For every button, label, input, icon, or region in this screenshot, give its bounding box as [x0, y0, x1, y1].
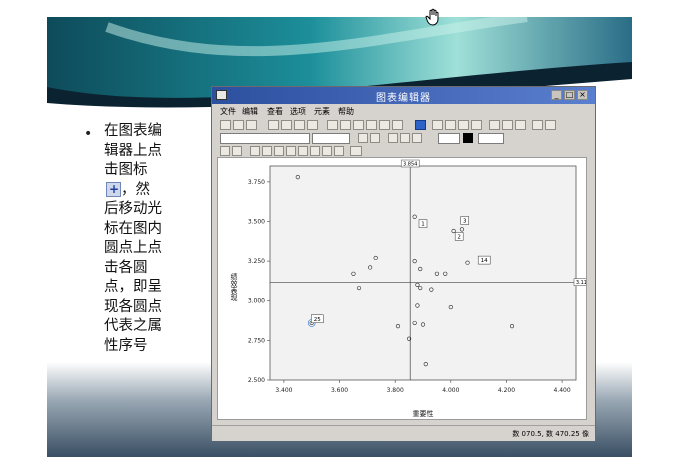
menu-view[interactable]: 查看	[267, 106, 283, 117]
tool-button[interactable]	[545, 120, 556, 130]
edit-points-icon	[106, 180, 121, 200]
tool-button[interactable]	[340, 120, 351, 130]
chart-area[interactable]: 3.400 3.600 3.800 4.000 4.200 4.400 3.750 3.500…	[217, 157, 593, 420]
tool-button[interactable]	[334, 146, 344, 156]
border-combo[interactable]	[438, 133, 460, 144]
bullet-marker: •	[84, 126, 93, 142]
tool-button[interactable]	[274, 146, 284, 156]
tool-button[interactable]	[366, 120, 377, 130]
tool-button[interactable]	[379, 120, 390, 130]
tool-button[interactable]	[532, 120, 543, 130]
tool-button[interactable]	[353, 120, 364, 130]
tool-button[interactable]	[432, 120, 443, 130]
tool-button[interactable]	[307, 120, 318, 130]
tool-button[interactable]	[350, 146, 362, 156]
x-tick-label: 3.400	[275, 387, 292, 394]
menu-bar: 文件 编辑 查看 选项 元素 帮助	[212, 105, 595, 118]
tool-button[interactable]	[286, 146, 296, 156]
x-tick-label: 4.400	[553, 387, 570, 394]
bullet-text-part2: ，然后移动光标在图内圆点上点击各圆点，即呈现各圆点代表之属性序号	[104, 181, 162, 354]
undo-button[interactable]	[220, 146, 230, 156]
align-left-button[interactable]	[388, 133, 398, 143]
align-center-button[interactable]	[400, 133, 410, 143]
color-swatch[interactable]	[463, 133, 473, 143]
point-id-label: 3	[463, 218, 467, 224]
tool-button[interactable]	[233, 120, 244, 130]
tool-button[interactable]	[471, 120, 482, 130]
font-combo[interactable]	[220, 133, 310, 144]
tool-button[interactable]	[515, 120, 526, 130]
menu-elements[interactable]: 元素	[314, 106, 330, 117]
close-button[interactable]: ×	[577, 90, 588, 100]
point-id-label: 1	[421, 222, 425, 228]
x-tick-label: 3.800	[387, 387, 404, 394]
tool-button[interactable]	[322, 146, 332, 156]
chart-editor-window: 图表编辑器 _ □ × 文件 编辑 查看 选项 元素 帮助 3.400 3.60…	[211, 86, 596, 441]
bold-button[interactable]	[358, 133, 368, 143]
tool-button[interactable]	[392, 120, 403, 130]
bullet-text: 在图表编辑器上点击图标，然后移动光标在图内圆点上点击各圆点，即呈现各圆点代表之属…	[104, 122, 162, 356]
x-tick-label: 3.600	[331, 387, 348, 394]
window-titlebar: 图表编辑器 _ □ ×	[212, 87, 595, 104]
window-title: 图表编辑器	[376, 93, 431, 104]
line-style-combo[interactable]	[478, 133, 504, 144]
tool-button[interactable]	[502, 120, 513, 130]
point-id-label: 14	[481, 258, 488, 264]
tool-button[interactable]	[445, 120, 456, 130]
bullet-text-part1: 在图表编辑器上点击图标	[104, 123, 162, 178]
align-right-button[interactable]	[412, 133, 422, 143]
y-axis-title: 绩效表现	[230, 272, 238, 302]
point-id-label: 2	[457, 234, 461, 240]
redo-button[interactable]	[232, 146, 242, 156]
tool-button[interactable]	[262, 146, 272, 156]
tool-button[interactable]	[298, 146, 308, 156]
status-bar: 数 070.5, 数 470.25 像	[212, 425, 595, 441]
tool-button[interactable]	[489, 120, 500, 130]
italic-button[interactable]	[370, 133, 380, 143]
point-id-tool-button[interactable]	[415, 120, 426, 130]
tool-button[interactable]	[294, 120, 305, 130]
scatter-plot[interactable]: 3.400 3.600 3.800 4.000 4.200 4.400 3.750 3.500…	[218, 158, 593, 419]
tool-button[interactable]	[327, 120, 338, 130]
hand-cursor-icon	[425, 8, 439, 26]
tool-button[interactable]	[246, 120, 257, 130]
menu-help[interactable]: 帮助	[338, 106, 354, 117]
tool-button[interactable]	[310, 146, 320, 156]
menu-file[interactable]: 文件	[220, 106, 236, 117]
maximize-button[interactable]: □	[564, 90, 575, 100]
y-tick-label: 2.750	[248, 337, 265, 344]
x-axis-title: 重要性	[413, 409, 434, 418]
tool-button[interactable]	[268, 120, 279, 130]
x-reference-label: 3.854	[403, 162, 417, 168]
tool-button[interactable]	[220, 120, 231, 130]
x-tick-label: 4.200	[498, 387, 515, 394]
y-tick-label: 3.750	[248, 179, 265, 186]
minimize-button[interactable]: _	[551, 90, 562, 100]
tool-button[interactable]	[281, 120, 292, 130]
plot-frame	[269, 165, 577, 381]
tool-button[interactable]	[458, 120, 469, 130]
tool-button[interactable]	[250, 146, 260, 156]
point-id-label: 25	[314, 317, 321, 323]
y-tick-label: 2.500	[248, 377, 265, 384]
size-combo[interactable]	[312, 133, 350, 144]
y-tick-label: 3.500	[248, 218, 265, 225]
y-reference-label: 3.114	[576, 280, 586, 286]
y-tick-label: 3.250	[248, 258, 265, 265]
status-text: 数 070.5, 数 470.25 像	[512, 430, 589, 438]
menu-edit[interactable]: 编辑	[242, 106, 258, 117]
menu-options[interactable]: 选项	[290, 106, 306, 117]
y-tick-label: 3.000	[248, 298, 265, 305]
x-tick-label: 4.000	[442, 387, 459, 394]
